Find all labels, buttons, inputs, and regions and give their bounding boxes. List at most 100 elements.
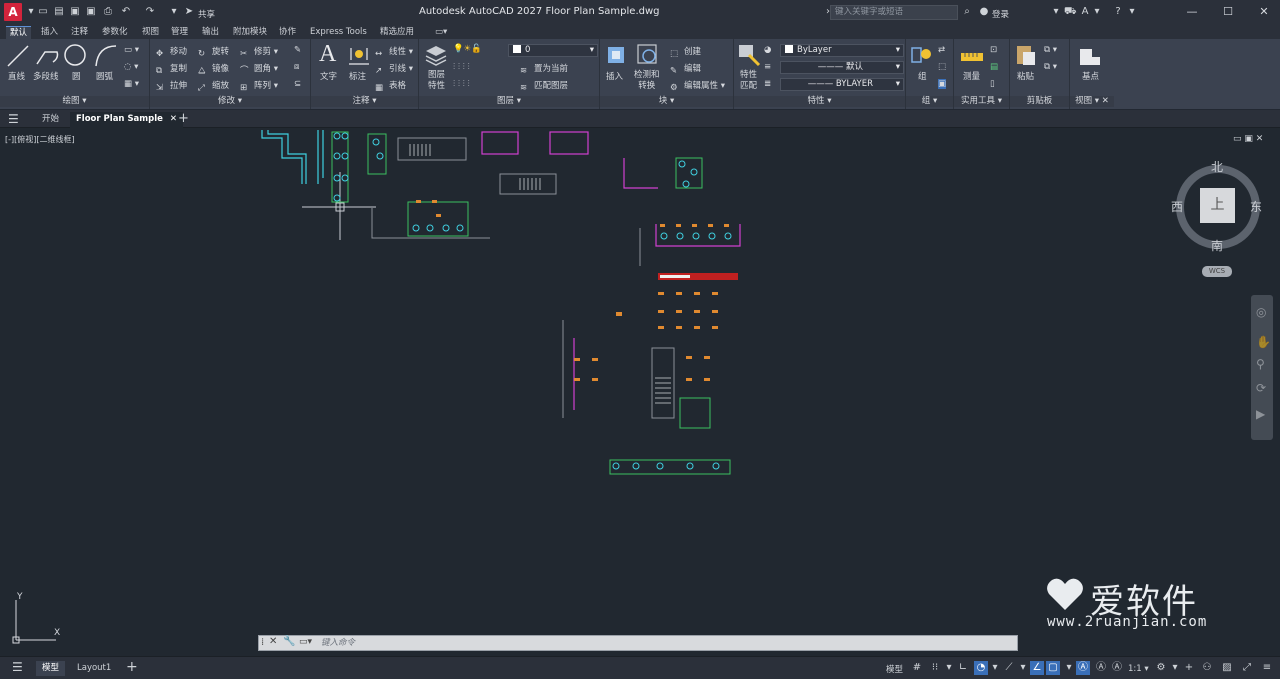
open-folder-icon[interactable]: ▤ xyxy=(53,6,65,18)
text-button[interactable]: 文字 xyxy=(320,70,337,82)
new-tab-icon[interactable]: + xyxy=(178,111,189,126)
group-edit-icon[interactable]: ⬚ xyxy=(938,62,946,72)
object-snap-icon[interactable]: ▢ xyxy=(1046,661,1060,675)
dimension-button[interactable]: 标注 xyxy=(349,70,366,82)
new-file-icon[interactable]: ▭ xyxy=(37,6,49,18)
tab-output[interactable]: 输出 xyxy=(198,26,223,39)
app-menu-button[interactable]: A xyxy=(4,3,22,21)
object-snap-tracking-icon[interactable]: ∠ xyxy=(1030,661,1044,675)
layer-tools-icons-2[interactable]: ⫶ ⫶ ⫶ ⫶ xyxy=(453,79,470,89)
layer-state-icons[interactable]: 💡☀🔓 xyxy=(453,44,482,54)
detect-convert-icon[interactable] xyxy=(636,43,660,67)
orbit-icon[interactable]: ⟳ xyxy=(1256,381,1266,395)
tab-view[interactable]: 视图 xyxy=(138,26,163,39)
print-icon[interactable]: ⎙ xyxy=(102,6,114,18)
make-current-button[interactable]: ≋ 置为当前 xyxy=(520,62,568,77)
steering-wheel-icon[interactable]: ◎ xyxy=(1256,305,1266,319)
layer-properties-button[interactable]: 图层 特性 xyxy=(428,70,445,92)
rotate-button[interactable]: ↻ 旋转 xyxy=(198,45,229,60)
layers-panel-label[interactable]: 图层 ▾ xyxy=(419,96,599,107)
offset-icon[interactable]: ⊆ xyxy=(294,79,301,89)
zoom-icon[interactable]: ⚲ xyxy=(1256,357,1265,371)
user-icon[interactable]: ● xyxy=(978,6,990,18)
command-line[interactable]: ⁞ ✕ 🔧 ▭▾ 键入命令 xyxy=(258,635,1018,651)
tab-model[interactable]: 模型 xyxy=(36,661,66,676)
viewcube-west[interactable]: 西 xyxy=(1171,198,1183,215)
measure-button[interactable]: 测量 xyxy=(963,70,980,82)
mirror-button[interactable]: ⧋ 镜像 xyxy=(198,62,229,77)
circle-button[interactable]: 圆 xyxy=(72,70,81,82)
minimize-button[interactable]: — xyxy=(1184,4,1200,20)
copy-button[interactable]: ⧉ 复制 xyxy=(156,62,187,77)
arc-button[interactable]: 圆弧 xyxy=(96,70,113,82)
color-wheel-icon[interactable]: ◕ xyxy=(764,45,771,55)
match-layer-button[interactable]: ≋ 匹配图层 xyxy=(520,79,568,94)
isodraft-icon[interactable]: ⟋ xyxy=(1002,661,1016,675)
viewcube-east[interactable]: 东 xyxy=(1250,198,1262,215)
stretch-button[interactable]: ⇲ 拉伸 xyxy=(156,79,187,94)
scale-button[interactable]: ⤢ 缩放 xyxy=(198,79,229,94)
customize-command-icon[interactable]: 🔧 xyxy=(283,636,295,647)
draw-panel-label[interactable]: 绘图 ▾ xyxy=(0,96,149,107)
layout-menu-icon[interactable]: ☰ xyxy=(12,660,23,674)
layer-properties-icon[interactable] xyxy=(424,43,448,67)
circle-icon[interactable] xyxy=(63,43,87,67)
erase-icon[interactable]: ✎ xyxy=(294,45,301,55)
login-button[interactable]: 登录 xyxy=(992,8,1009,20)
showmotion-icon[interactable]: ▶ xyxy=(1256,407,1265,421)
tab-featured-apps[interactable]: 精选应用 xyxy=(376,26,418,39)
grid-icon[interactable]: # xyxy=(910,661,924,675)
cut-icon[interactable]: ⧉ ▾ xyxy=(1044,62,1057,72)
quick-select-icon[interactable]: ⊡ xyxy=(990,45,997,55)
tab-collaborate[interactable]: 协作 xyxy=(275,26,300,39)
isolate-objects-icon[interactable]: ⚇ xyxy=(1200,661,1214,675)
save-as-icon[interactable]: ▣ xyxy=(85,6,97,18)
annotation-visibility-icon[interactable]: Ⓐ xyxy=(1076,661,1090,675)
hamburger-menu-icon[interactable]: ☰ xyxy=(8,112,19,126)
create-block-button[interactable]: ⬚ 创建 xyxy=(670,45,701,60)
insert-button[interactable]: 插入 xyxy=(606,70,623,82)
group-select-icon[interactable]: ▣ xyxy=(938,79,947,89)
model-space-button[interactable]: 模型 xyxy=(886,663,903,675)
base-view-button[interactable]: 基点 xyxy=(1082,70,1099,82)
detect-convert-button[interactable]: 检测和 转换 xyxy=(634,70,660,92)
workspace-gear-icon[interactable]: ⚙ xyxy=(1154,661,1168,675)
chevron-down-icon[interactable]: ▾ xyxy=(942,661,956,675)
help-icon[interactable]: ? xyxy=(1112,6,1124,18)
edit-block-button[interactable]: ✎ 编辑 xyxy=(670,62,701,77)
drawing-canvas[interactable]: [-][俯视][二维线框] ▭ ▣ ✕ 上 北 南 东 西 WCS ◎ ✋ ⚲ … xyxy=(0,128,1280,656)
tab-default[interactable]: 默认 xyxy=(6,26,32,39)
cart-icon[interactable]: ⛟ xyxy=(1064,6,1077,18)
block-panel-label[interactable]: 块 ▾ xyxy=(600,96,733,107)
viewcube-north[interactable]: 北 xyxy=(1211,158,1223,175)
color-dropdown[interactable]: ByLayer ▾ xyxy=(780,44,904,57)
layer-tools-icons[interactable]: ⫶ ⫶ ⫶ ⫶ xyxy=(453,62,470,72)
tab-manage[interactable]: 管理 xyxy=(167,26,192,39)
base-view-icon[interactable] xyxy=(1078,45,1102,69)
maximize-button[interactable]: ☐ xyxy=(1220,4,1236,20)
properties-panel-label[interactable]: 特性 ▾ xyxy=(734,96,905,107)
graphics-performance-icon[interactable]: ▨ xyxy=(1220,661,1234,675)
copy-clip-icon[interactable]: ⧉ ▾ xyxy=(1044,45,1057,55)
add-layout-icon[interactable]: + xyxy=(126,659,138,675)
polyline-button[interactable]: 多段线 xyxy=(33,70,59,82)
trim-button[interactable]: ✂ 修剪 ▾ xyxy=(240,45,278,60)
utilities-panel-label[interactable]: 实用工具 ▾ xyxy=(954,96,1009,107)
arc-icon[interactable] xyxy=(94,44,118,68)
line-icon[interactable] xyxy=(6,44,30,68)
ribbon-minimize-icon[interactable]: ▭▾ xyxy=(431,26,451,39)
close-button[interactable]: ✕ xyxy=(1256,4,1272,20)
fillet-button[interactable]: ⌒ 圆角 ▾ xyxy=(240,62,278,76)
match-properties-button[interactable]: 特性 匹配 xyxy=(740,70,757,92)
edit-attributes-button[interactable]: ⚙ 编辑属性 ▾ xyxy=(670,79,725,94)
tab-annotate[interactable]: 注释 xyxy=(67,26,92,39)
linetype-dropdown[interactable]: ——— BYLAYER ▾ xyxy=(780,78,904,91)
chevron-down-icon[interactable]: ▾ xyxy=(1126,6,1138,18)
measure-icon[interactable] xyxy=(960,45,984,69)
tab-floor-plan[interactable]: Floor Plan Sample ✕ xyxy=(70,112,184,128)
auto-scale-icon[interactable]: Ⓐ xyxy=(1094,661,1108,675)
chevron-down-icon[interactable]: ▾ xyxy=(1062,661,1076,675)
view-panel-label[interactable]: 视图 ▾ ✕ xyxy=(1070,96,1114,107)
leader-button[interactable]: ↗ 引线 ▾ xyxy=(375,62,413,77)
customize-icon[interactable]: ▾ xyxy=(168,6,180,18)
